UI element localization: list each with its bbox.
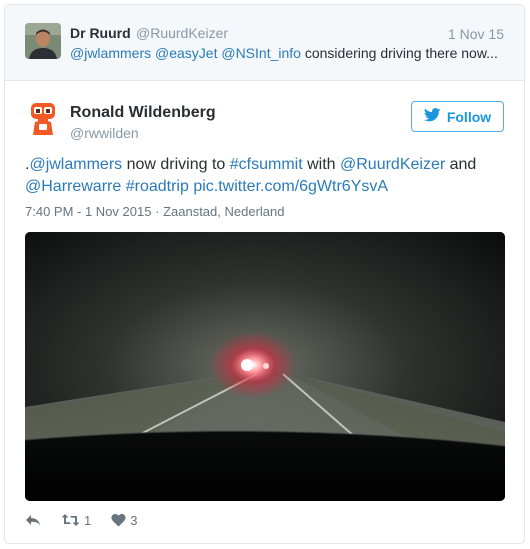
tweet-meta: 7:40 PM - 1 Nov 2015 · Zaanstad, Nederla… <box>25 204 284 219</box>
embedded-tweet-card: Dr Ruurd @RuurdKeizer 1 Nov 15 @jwlammer… <box>4 4 525 544</box>
twitter-bird-icon <box>423 108 441 125</box>
author-handle[interactable]: @rwwilden <box>70 125 139 141</box>
text-segment: and <box>445 156 477 173</box>
retweet-button[interactable]: 1 <box>61 513 91 528</box>
media-link[interactable]: pic.twitter.com/6gWtr6YsvA <box>193 178 388 195</box>
mention-link[interactable]: @jwlammers <box>29 156 122 173</box>
heart-icon <box>111 513 126 527</box>
tweet-photo[interactable] <box>25 232 505 501</box>
timestamp-link[interactable]: 7:40 PM - 1 Nov 2015 <box>25 204 151 219</box>
mention-link[interactable]: @Harrewarre <box>25 178 121 195</box>
avatar[interactable] <box>25 101 61 137</box>
author-name[interactable]: Ronald Wildenberg <box>70 104 216 122</box>
text-segment: now driving to <box>122 156 230 173</box>
reply-button[interactable] <box>25 513 41 527</box>
mention-link[interactable]: @easyJet <box>155 45 217 61</box>
mention-link[interactable]: @NSInt_info <box>221 45 301 61</box>
mention-link[interactable]: @RuurdKeizer <box>340 156 445 173</box>
mention-link[interactable]: @jwlammers <box>70 45 151 61</box>
meta-separator: · <box>155 204 160 219</box>
follow-button[interactable]: Follow <box>411 101 504 132</box>
parent-date[interactable]: 1 Nov 15 <box>448 26 504 42</box>
follow-label: Follow <box>446 108 492 125</box>
hashtag-link[interactable]: #cfsummit <box>230 156 303 173</box>
location-link[interactable]: Zaanstad, Nederland <box>163 204 284 219</box>
parent-author-handle[interactable]: @RuurdKeizer <box>136 25 228 41</box>
like-button[interactable]: 3 <box>111 513 137 528</box>
reply-icon <box>25 513 41 527</box>
tweet-actions: 1 3 <box>25 510 157 530</box>
retweet-icon <box>61 513 80 527</box>
hashtag-link[interactable]: #roadtrip <box>126 178 189 195</box>
parent-text-body: considering driving there now... <box>304 45 498 61</box>
tweet-text: .@jwlammers now driving to #cfsummit wit… <box>25 154 495 198</box>
parent-author-name[interactable]: Dr Ruurd <box>70 25 131 41</box>
text-segment: with <box>302 156 340 173</box>
avatar[interactable] <box>25 23 61 59</box>
retweet-count: 1 <box>84 512 92 528</box>
like-count: 3 <box>130 512 138 528</box>
parent-tweet[interactable]: Dr Ruurd @RuurdKeizer 1 Nov 15 @jwlammer… <box>5 5 524 81</box>
parent-tweet-text: @jwlammers @easyJet @NSInt_info consider… <box>70 45 506 61</box>
